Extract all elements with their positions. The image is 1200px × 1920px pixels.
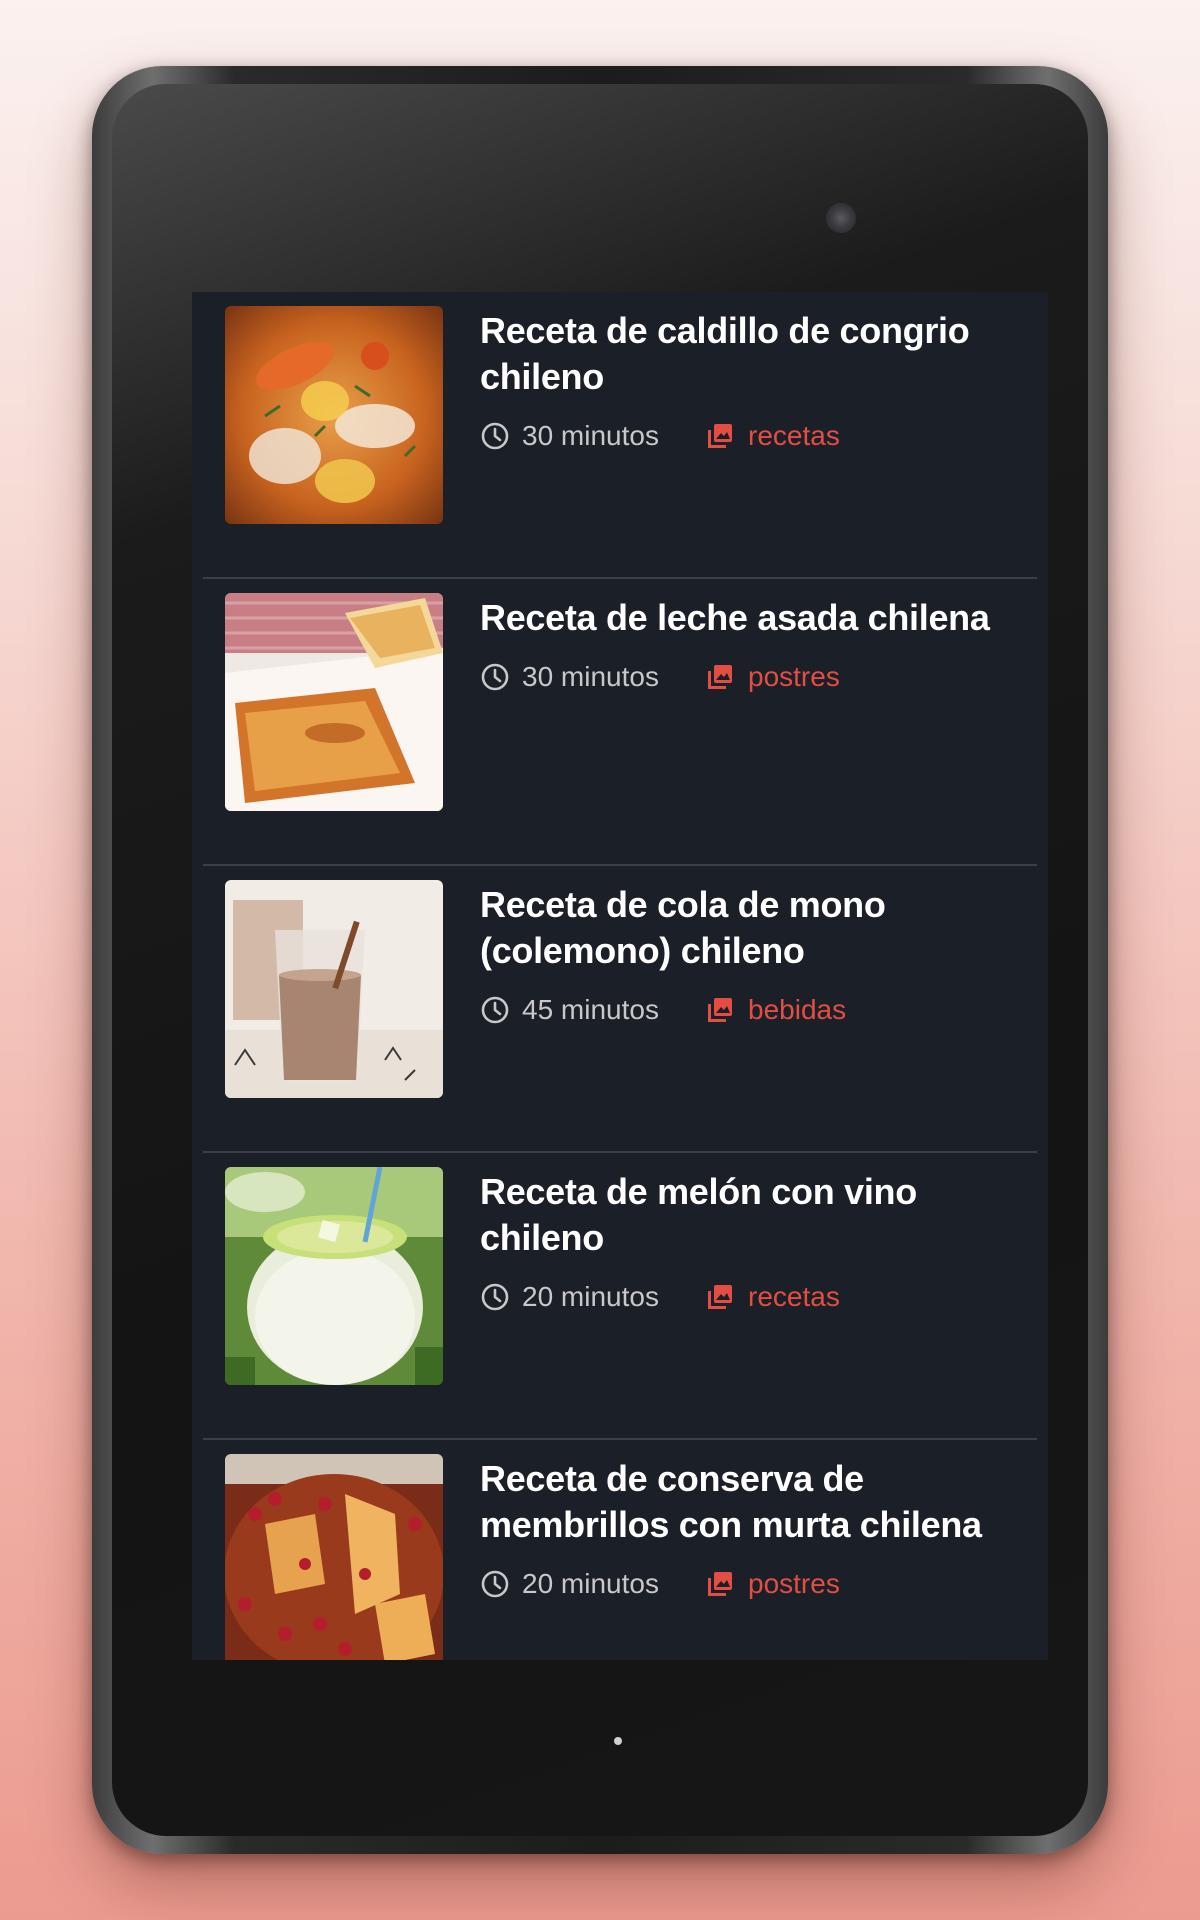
recipe-thumbnail-conserva-membrillos[interactable] (225, 1454, 443, 1660)
recipe-category[interactable]: postres (705, 1568, 840, 1600)
recipe-time-text: 30 minutos (522, 420, 659, 451)
home-indicator-dot (614, 1737, 622, 1745)
gallery-icon (705, 1569, 735, 1599)
clock-icon (480, 1569, 510, 1599)
recipe-meta: 45 minutos bebidas (480, 992, 1020, 1028)
recipe-content: Receta de conserva de membrillos con mur… (480, 1456, 1020, 1602)
recipe-list-screen[interactable]: Receta de caldillo de congrio chileno 30… (192, 292, 1048, 1660)
clock-icon (480, 1282, 510, 1312)
recipe-category-text[interactable]: postres (748, 1568, 840, 1600)
gallery-icon (705, 421, 735, 451)
recipe-time: 20 minutos (480, 1281, 705, 1313)
recipe-list-item[interactable]: Receta de cola de mono (colemono) chilen… (192, 866, 1048, 1153)
recipe-category[interactable]: recetas (705, 1281, 840, 1313)
recipe-category-text[interactable]: recetas (748, 420, 840, 452)
clock-icon (480, 662, 510, 692)
recipe-thumbnail-melon-con-vino[interactable] (225, 1167, 443, 1385)
recipe-meta: 20 minutos recetas (480, 1279, 1020, 1315)
recipe-category-text[interactable]: recetas (748, 1281, 840, 1313)
front-camera (826, 203, 856, 233)
recipe-title[interactable]: Receta de conserva de membrillos con mur… (480, 1456, 1020, 1548)
recipe-content: Receta de leche asada chilena 30 minutos (480, 595, 1020, 695)
recipe-content: Receta de melón con vino chileno 20 minu… (480, 1169, 1020, 1315)
recipe-time-text: 30 minutos (522, 661, 659, 692)
recipe-thumbnail-leche-asada[interactable] (225, 593, 443, 811)
recipe-list-item[interactable]: Receta de caldillo de congrio chileno 30… (192, 292, 1048, 579)
recipe-category-text[interactable]: postres (748, 661, 840, 693)
gallery-icon (705, 995, 735, 1025)
recipe-meta: 30 minutos postres (480, 659, 1020, 695)
gallery-icon (705, 662, 735, 692)
recipe-list-item[interactable]: Receta de leche asada chilena 30 minutos (192, 579, 1048, 866)
recipe-title[interactable]: Receta de cola de mono (colemono) chilen… (480, 882, 1020, 974)
recipe-title[interactable]: Receta de caldillo de congrio chileno (480, 308, 1020, 400)
recipe-category[interactable]: bebidas (705, 994, 846, 1026)
recipe-time: 30 minutos (480, 420, 705, 452)
tablet-device-frame: Receta de caldillo de congrio chileno 30… (92, 66, 1108, 1854)
recipe-list-item[interactable]: Receta de conserva de membrillos con mur… (192, 1440, 1048, 1660)
recipe-time-text: 45 minutos (522, 994, 659, 1025)
recipe-meta: 20 minutos postres (480, 1566, 1020, 1602)
gallery-icon (705, 1282, 735, 1312)
recipe-time: 20 minutos (480, 1568, 705, 1600)
recipe-content: Receta de caldillo de congrio chileno 30… (480, 308, 1020, 454)
recipe-time-text: 20 minutos (522, 1281, 659, 1312)
recipe-time-text: 20 minutos (522, 1568, 659, 1599)
recipe-meta: 30 minutos recetas (480, 418, 1020, 454)
recipe-title[interactable]: Receta de leche asada chilena (480, 595, 1020, 641)
recipe-list-item[interactable]: Receta de melón con vino chileno 20 minu… (192, 1153, 1048, 1440)
recipe-content: Receta de cola de mono (colemono) chilen… (480, 882, 1020, 1028)
recipe-time: 30 minutos (480, 661, 705, 693)
clock-icon (480, 995, 510, 1025)
clock-icon (480, 421, 510, 451)
recipe-thumbnail-cola-de-mono[interactable] (225, 880, 443, 1098)
recipe-thumbnail-caldillo[interactable] (225, 306, 443, 524)
recipe-category[interactable]: postres (705, 661, 840, 693)
recipe-category-text[interactable]: bebidas (748, 994, 846, 1026)
tablet-bezel: Receta de caldillo de congrio chileno 30… (112, 84, 1088, 1836)
recipe-title[interactable]: Receta de melón con vino chileno (480, 1169, 1020, 1261)
recipe-time: 45 minutos (480, 994, 705, 1026)
recipe-category[interactable]: recetas (705, 420, 840, 452)
